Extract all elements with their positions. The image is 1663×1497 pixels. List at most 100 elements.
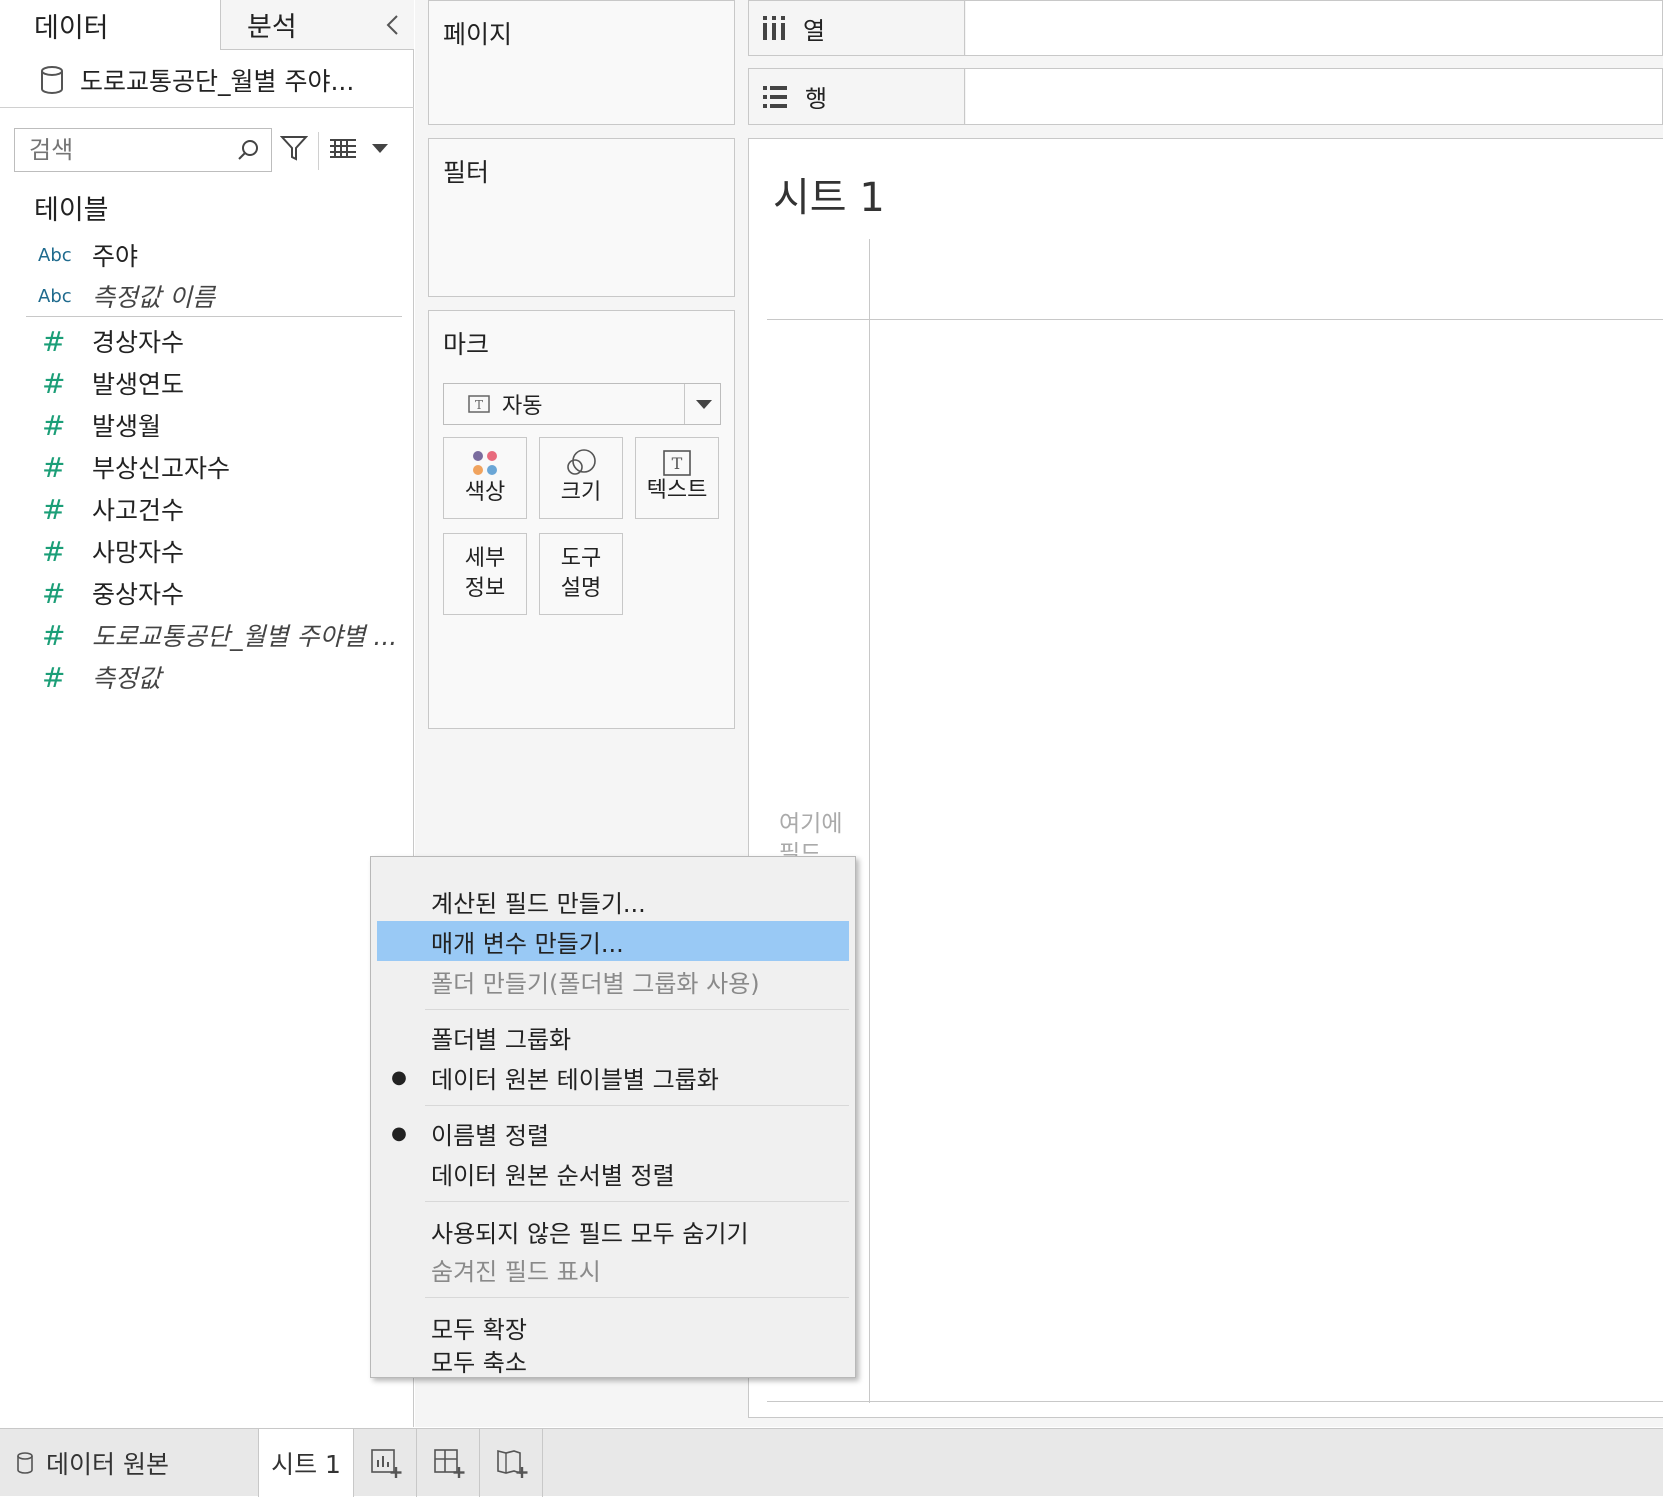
divider	[318, 132, 319, 170]
search-box[interactable]	[14, 128, 272, 172]
canvas-bottom-border	[767, 1401, 1663, 1402]
detail-button[interactable]: 세부 정보	[443, 533, 527, 615]
field-item[interactable]: # 발생월	[0, 404, 414, 446]
field-item[interactable]: # 부상신고자수	[0, 446, 414, 488]
view-list-icon[interactable]	[330, 138, 356, 158]
new-dashboard-button[interactable]	[418, 1429, 480, 1497]
rows-drop-area[interactable]	[966, 69, 1662, 124]
field-item[interactable]: # 중상자수	[0, 572, 414, 614]
menu-separator	[425, 1105, 849, 1106]
menu-item-create-parameter[interactable]: 매개 변수 만들기...	[377, 921, 849, 961]
field-item[interactable]: # 사망자수	[0, 530, 414, 572]
search-input[interactable]	[27, 129, 231, 171]
mark-type-select[interactable]: T 자동	[443, 383, 721, 425]
menu-item-hide-unused-fields[interactable]: 사용되지 않은 필드 모두 숨기기	[377, 1211, 849, 1251]
rows-shelf: 행	[748, 68, 1663, 125]
text-mark-icon: T	[468, 395, 490, 413]
field-item[interactable]: # 도로교통공단_월별 주야별 ...	[0, 614, 414, 656]
menu-item-label: 계산된 필드 만들기...	[431, 889, 646, 918]
menu-item-label: 데이터 원본 순서별 정렬	[431, 1161, 675, 1190]
tooltip-button[interactable]: 도구 설명	[539, 533, 623, 615]
menu-separator	[425, 1009, 849, 1010]
menu-item-collapse-all[interactable]: 모두 축소	[377, 1345, 849, 1377]
rows-icon	[763, 85, 787, 108]
field-item[interactable]: # 사고건수	[0, 488, 414, 530]
text-label: 텍스트	[646, 478, 708, 503]
field-item[interactable]: # 측정값	[0, 656, 414, 698]
sheet-tab-label: 시트 1	[271, 1450, 341, 1479]
menu-item-create-folder[interactable]: 폴더 만들기(폴더별 그룹화 사용)	[377, 961, 849, 1001]
color-button[interactable]: 색상	[443, 437, 527, 519]
search-icon	[238, 140, 258, 160]
new-worksheet-icon	[370, 1449, 401, 1478]
pages-card[interactable]: 페이지	[428, 0, 735, 125]
filters-card[interactable]: 필터	[428, 138, 735, 297]
tab-analysis-label: 분석	[247, 12, 297, 43]
rows-label: 행	[805, 85, 828, 113]
mark-type-label: 자동	[502, 394, 543, 419]
number-type-icon: #	[42, 576, 66, 610]
number-type-icon: #	[42, 324, 66, 358]
menu-item-label: 데이터 원본 테이블별 그룹화	[431, 1065, 719, 1094]
text-button[interactable]: T 텍스트	[635, 437, 719, 519]
menu-separator	[425, 1201, 849, 1202]
tables-heading: 테이블	[34, 195, 109, 226]
tab-analysis[interactable]: 분석	[220, 0, 414, 50]
menu-item-label: 폴더 만들기(폴더별 그룹화 사용)	[431, 969, 760, 998]
field-name: 사고건수	[92, 496, 185, 525]
tooltip-label-line1: 도구	[560, 546, 602, 571]
menu-item-show-hidden-fields[interactable]: 숨겨진 필드 표시	[377, 1249, 849, 1289]
menu-item-sort-by-data-source-order[interactable]: 데이터 원본 순서별 정렬	[377, 1153, 849, 1193]
string-type-icon: Abc	[38, 244, 72, 266]
number-type-icon: #	[42, 408, 66, 442]
field-name: 발생연도	[92, 370, 185, 399]
menu-item-label: 숨겨진 필드 표시	[431, 1257, 601, 1286]
datasource-tab-label: 데이터 원본	[46, 1450, 169, 1479]
dropdown-icon[interactable]	[372, 144, 388, 154]
sheet-tab-bar: 데이터 원본 시트 1	[0, 1428, 1663, 1497]
color-label: 색상	[464, 480, 506, 505]
field-name: 부상신고자수	[92, 454, 231, 483]
size-button[interactable]: 크기	[539, 437, 623, 519]
menu-separator	[425, 1297, 849, 1298]
field-name: 중상자수	[92, 580, 185, 609]
sheet-canvas[interactable]: 시트 1 여기에 필드	[748, 138, 1663, 1418]
menu-item-label: 이름별 정렬	[431, 1121, 550, 1150]
new-story-button[interactable]	[481, 1429, 543, 1497]
field-name: 도로교통공단_월별 주야별 ...	[92, 622, 398, 651]
field-item[interactable]: # 발생연도	[0, 362, 414, 404]
marks-card: 마크 T 자동 색상 크기 T 텍스트 세부 정보 도구 설명	[428, 310, 735, 729]
menu-item-label: 모두 축소	[431, 1348, 527, 1377]
field-item[interactable]: Abc 측정값 이름	[0, 275, 414, 317]
collapse-icon[interactable]	[382, 12, 404, 38]
marks-card-title: 마크	[443, 330, 490, 359]
menu-item-group-by-folder[interactable]: 폴더별 그룹화	[377, 1017, 849, 1057]
menu-item-label: 매개 변수 만들기...	[431, 929, 624, 958]
datasource-tab[interactable]: 데이터 원본	[0, 1429, 258, 1497]
field-item[interactable]: Abc 주야	[0, 234, 414, 276]
tab-data[interactable]: 데이터	[0, 0, 220, 50]
detail-label-line1: 세부	[464, 546, 506, 571]
sheet-tab[interactable]: 시트 1	[258, 1429, 354, 1497]
field-name: 주야	[92, 242, 139, 271]
number-type-icon: #	[42, 660, 66, 694]
tooltip-label-line2: 설명	[560, 576, 602, 601]
menu-item-sort-by-name[interactable]: ● 이름별 정렬	[377, 1113, 849, 1153]
field-name: 사망자수	[92, 538, 185, 567]
menu-bullet: ●	[391, 1122, 407, 1144]
filter-icon[interactable]	[280, 134, 308, 162]
fields-divider	[26, 316, 402, 317]
sheet-title[interactable]: 시트 1	[773, 165, 885, 223]
new-worksheet-button[interactable]	[355, 1429, 417, 1497]
field-item[interactable]: # 경상자수	[0, 320, 414, 362]
columns-shelf: 열	[748, 0, 1663, 56]
new-story-icon	[496, 1449, 527, 1478]
columns-drop-area[interactable]	[966, 1, 1662, 55]
menu-item-label: 모두 확장	[431, 1315, 527, 1344]
field-name: 경상자수	[92, 328, 185, 357]
database-icon	[41, 65, 63, 94]
menu-item-expand-all[interactable]: 모두 확장	[377, 1307, 849, 1347]
datasource-item[interactable]: 도로교통공단_월별 주야...	[0, 52, 414, 108]
menu-item-group-by-data-source-table[interactable]: ● 데이터 원본 테이블별 그룹화	[377, 1057, 849, 1097]
menu-item-create-calculated-field[interactable]: 계산된 필드 만들기...	[377, 881, 849, 921]
